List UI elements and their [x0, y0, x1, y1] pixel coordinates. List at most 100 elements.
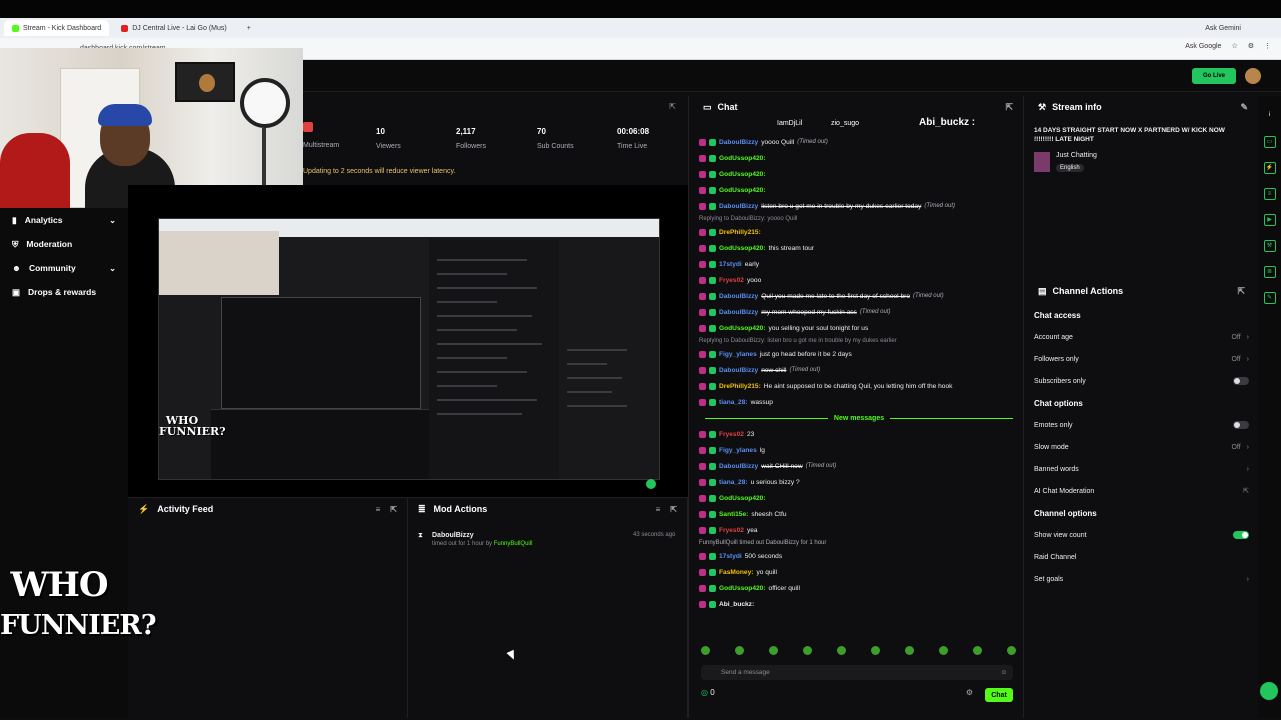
chat-message[interactable]: Abi_buckz: [699, 596, 1019, 612]
option-emotes-only[interactable]: Emotes only [1024, 414, 1259, 436]
browser-tab-kick[interactable]: Stream - Kick Dashboard [4, 20, 110, 36]
chat-message[interactable]: Figy_ylanes just go head before it be 2 d… [699, 346, 1019, 362]
popout-icon[interactable]: ⇱ [669, 102, 676, 111]
emote-icon[interactable] [1007, 646, 1016, 655]
send-chat-button[interactable]: Chat [985, 688, 1013, 702]
chat-username[interactable]: GodUssop420: [719, 585, 766, 592]
rail-video-icon[interactable]: ▶ [1263, 214, 1276, 226]
rail-lightning-icon[interactable]: ⚡ [1263, 162, 1276, 174]
chat-message[interactable]: 17stydi 500 seconds [699, 548, 1019, 564]
emote-icon[interactable] [735, 646, 744, 655]
chat-message[interactable]: Santi15e: sheesh Ctfu [699, 506, 1019, 522]
option-banned-words[interactable]: Banned words › [1024, 458, 1259, 480]
chat-message[interactable]: Fryes02 yooo [699, 272, 1019, 288]
chat-message[interactable]: Fryes02 23 [699, 426, 1019, 442]
sidebar-item-moderation[interactable]: ⛨ Moderation [0, 232, 128, 256]
filter-icon[interactable]: ≡ [656, 505, 661, 514]
popout-icon[interactable]: ⇱ [1005, 102, 1013, 113]
chat-username[interactable]: Fryes02 [719, 527, 744, 534]
chat-username[interactable]: Fryes02 [719, 277, 744, 284]
chat-message[interactable]: DaboulBizzy new chill (Timed out) [699, 362, 1019, 378]
option-slow-mode[interactable]: Slow mode Off › [1024, 436, 1259, 458]
chat-message[interactable]: DaboulBizzy my mom whooped my fuckin ass(… [699, 304, 1019, 320]
chat-username[interactable]: GodUssop420: [719, 245, 766, 252]
rail-list-icon[interactable]: ≡ [1263, 188, 1276, 200]
popout-icon[interactable]: ⇱ [670, 505, 677, 514]
rail-edit-icon[interactable]: ✎ [1263, 292, 1276, 304]
chat-username[interactable]: DaboulBizzy [719, 139, 758, 146]
ask-gemini-button[interactable]: Ask Gemini [1205, 25, 1241, 32]
chat-message[interactable]: DrePhilly215: He aint supposed to be chat… [699, 378, 1019, 394]
chat-username[interactable]: GodUssop420: [719, 325, 766, 332]
chat-username[interactable]: Abi_buckz: [719, 601, 754, 608]
option-show-view-count[interactable]: Show view count [1024, 524, 1259, 546]
sidebar-item-community[interactable]: ☻ Community ⌄ [0, 256, 128, 280]
chat-username[interactable]: DrePhilly215: [719, 229, 761, 236]
chat-username[interactable]: Fryes02 [719, 431, 744, 438]
chat-username[interactable]: 17stydi [719, 553, 742, 560]
chat-username[interactable]: GodUssop420: [719, 187, 766, 194]
chat-username[interactable]: GodUssop420: [719, 155, 766, 162]
ask-google-button[interactable]: Ask Google [1185, 43, 1221, 50]
emote-icon[interactable] [973, 646, 982, 655]
emote-icon[interactable] [905, 646, 914, 655]
chat-message[interactable]: GodUssop420: [699, 490, 1019, 506]
option-followers-only[interactable]: Followers only Off › [1024, 348, 1259, 370]
option-raid-channel[interactable]: Raid Channel [1024, 546, 1259, 568]
chat-username[interactable]: DrePhilly215: [719, 383, 761, 390]
gear-icon[interactable]: ⚙ [966, 688, 973, 697]
extensions-icon[interactable]: ⚙ [1248, 42, 1254, 50]
option-ai-chat-moderation[interactable]: AI Chat Moderation ⇱ [1024, 480, 1259, 502]
chat-message[interactable]: DaboulBizzy Quil you made me late to the … [699, 288, 1019, 304]
chat-username[interactable]: DaboulBizzy [719, 463, 758, 470]
chat-username[interactable]: FasMoney: [719, 569, 753, 576]
chat-input[interactable]: Send a message ☺ [701, 665, 1013, 680]
edit-icon[interactable]: ✎ [1240, 102, 1248, 113]
sidebar-item-drops[interactable]: ▣ Drops & rewards [0, 280, 128, 304]
chat-username[interactable]: GodUssop420: [719, 171, 766, 178]
emote-icon[interactable] [939, 646, 948, 655]
chat-username[interactable]: Figy_ylanes [719, 351, 757, 358]
chat-message[interactable]: GodUssop420: [699, 150, 1019, 166]
chat-username[interactable]: Figy_ylanes [719, 447, 757, 454]
rail-wrench-icon[interactable]: ⚒ [1263, 240, 1276, 252]
chat-username[interactable]: DaboulBizzy [719, 309, 758, 316]
option-subscribers-only[interactable]: Subscribers only [1024, 370, 1259, 392]
sidebar-item-analytics[interactable]: ▮ Analytics ⌄ [0, 208, 128, 232]
popout-icon[interactable]: ⇱ [1237, 286, 1245, 297]
chat-username[interactable]: DaboulBizzy [719, 293, 758, 300]
chat-message[interactable]: Figy_ylanes lg [699, 442, 1019, 458]
toggle-switch[interactable] [1233, 421, 1249, 429]
go-live-button[interactable]: Go Live [1192, 68, 1236, 84]
chat-username[interactable]: GodUssop420: [719, 495, 766, 502]
new-messages-divider[interactable]: New messages [699, 410, 1019, 426]
new-tab-button[interactable]: + [239, 20, 259, 36]
chat-message[interactable]: DaboulBizzy listen bro u got me in troubl… [699, 198, 1019, 214]
emote-icon[interactable] [701, 646, 710, 655]
chat-message[interactable]: GodUssop420: officer quill [699, 580, 1019, 596]
emote-icon[interactable] [871, 646, 880, 655]
chat-username[interactable]: DaboulBizzy [719, 203, 758, 210]
chat-message[interactable]: DaboulBizzy wait CHill now (Timed out) [699, 458, 1019, 474]
chat-username[interactable]: tiana_28: [719, 399, 748, 406]
stream-preview[interactable]: WHO FUNNIER? [128, 185, 688, 497]
chat-message[interactable]: tiana_28: wassup [699, 394, 1019, 410]
info-icon[interactable]: i [1264, 110, 1276, 122]
chat-message[interactable]: DaboulBizzy yoooo Quill (Timed out) [699, 134, 1019, 150]
avatar[interactable] [1245, 68, 1261, 84]
help-chat-icon[interactable] [1260, 682, 1278, 700]
chat-message[interactable]: tiana_28: u serious bizzy ? [699, 474, 1019, 490]
filter-icon[interactable]: ≡ [376, 505, 381, 514]
chat-username[interactable]: DaboulBizzy [719, 367, 758, 374]
rail-chat-icon[interactable]: ▭ [1263, 136, 1276, 148]
rail-sliders-icon[interactable]: ≣ [1263, 266, 1276, 278]
chat-message[interactable]: GodUssop420: you selling your soul tonigh… [699, 320, 1019, 336]
chat-message[interactable]: FasMoney: yo quill [699, 564, 1019, 580]
emote-icon[interactable] [837, 646, 846, 655]
chat-username[interactable]: tiana_28: [719, 479, 748, 486]
chat-message[interactable]: Fryes02 yea [699, 522, 1019, 538]
menu-icon[interactable]: ⋮ [1264, 42, 1271, 50]
chat-message[interactable]: GodUssop420: [699, 166, 1019, 182]
toggle-switch[interactable] [1233, 531, 1249, 539]
chat-message[interactable]: GodUssop420: this stream tour [699, 240, 1019, 256]
